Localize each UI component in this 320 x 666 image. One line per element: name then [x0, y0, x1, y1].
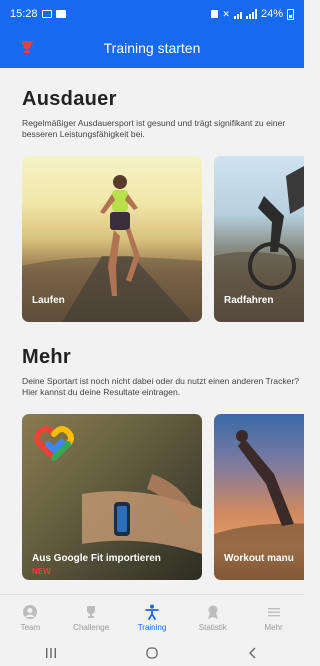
- nav-label: Training: [137, 622, 167, 632]
- nav-mehr[interactable]: Mehr: [243, 595, 304, 640]
- status-time: 15:28: [10, 8, 38, 20]
- alarm-icon: [211, 10, 219, 18]
- mute-icon: ✕: [222, 8, 230, 19]
- nav-team[interactable]: Team: [0, 595, 61, 640]
- nav-label: Mehr: [264, 622, 283, 632]
- award-icon: [207, 605, 218, 619]
- nav-challenge[interactable]: Challenge: [61, 595, 122, 640]
- nav-training[interactable]: Training: [122, 595, 183, 640]
- card-google-fit[interactable]: Aus Google Fit importieren NEW: [22, 414, 202, 580]
- app-header: 15:28 ✕ 24% Training starten: [0, 0, 304, 68]
- card-radfahren[interactable]: Radfahren: [214, 156, 304, 322]
- toolbar: Training starten: [0, 34, 304, 62]
- battery-icon: [287, 8, 294, 20]
- section-desc-mehr: Deine Sportart ist noch nicht dabei oder…: [22, 376, 300, 397]
- card-workout-manuell[interactable]: Workout manu: [214, 414, 304, 580]
- figure-icon: [145, 604, 159, 620]
- recent-apps-icon[interactable]: [44, 647, 58, 659]
- section-title-ausdauer: Ausdauer: [22, 88, 117, 110]
- content-scroll[interactable]: Ausdauer Regelmäßiger Ausdauersport ist …: [0, 68, 304, 594]
- gallery-icon: [41, 10, 52, 18]
- card-laufen[interactable]: Laufen: [22, 156, 202, 322]
- home-icon[interactable]: [145, 646, 159, 660]
- section-title-mehr: Mehr: [22, 346, 71, 368]
- nav-label: Team: [20, 622, 41, 632]
- google-fit-logo-icon: [34, 426, 74, 461]
- system-navigation-bar: [0, 640, 304, 666]
- back-icon[interactable]: [246, 646, 260, 660]
- new-badge: NEW: [32, 567, 51, 576]
- nav-label: Statistik: [198, 622, 227, 632]
- trophy-icon: [87, 605, 96, 618]
- trophy-icon[interactable]: [20, 40, 34, 54]
- notification-icon: [55, 10, 66, 18]
- menu-icon: [267, 607, 280, 616]
- card-label: Radfahren: [224, 295, 274, 306]
- bottom-navigation: Team Challenge Training Statistik Mehr: [0, 594, 304, 640]
- page-title: Training starten: [103, 40, 201, 56]
- signal-icon: [245, 9, 257, 19]
- team-icon: [23, 604, 38, 619]
- card-label: Laufen: [32, 295, 65, 306]
- nav-statistik[interactable]: Statistik: [182, 595, 243, 640]
- card-label: Aus Google Fit importieren: [32, 553, 161, 564]
- card-label: Workout manu: [224, 553, 294, 564]
- wifi-icon: [233, 9, 242, 19]
- status-bar: 15:28 ✕ 24%: [10, 6, 294, 22]
- section-desc-ausdauer: Regelmäßiger Ausdauersport ist gesund un…: [22, 118, 286, 139]
- nav-label: Challenge: [73, 622, 110, 632]
- battery-text: 24%: [260, 8, 283, 20]
